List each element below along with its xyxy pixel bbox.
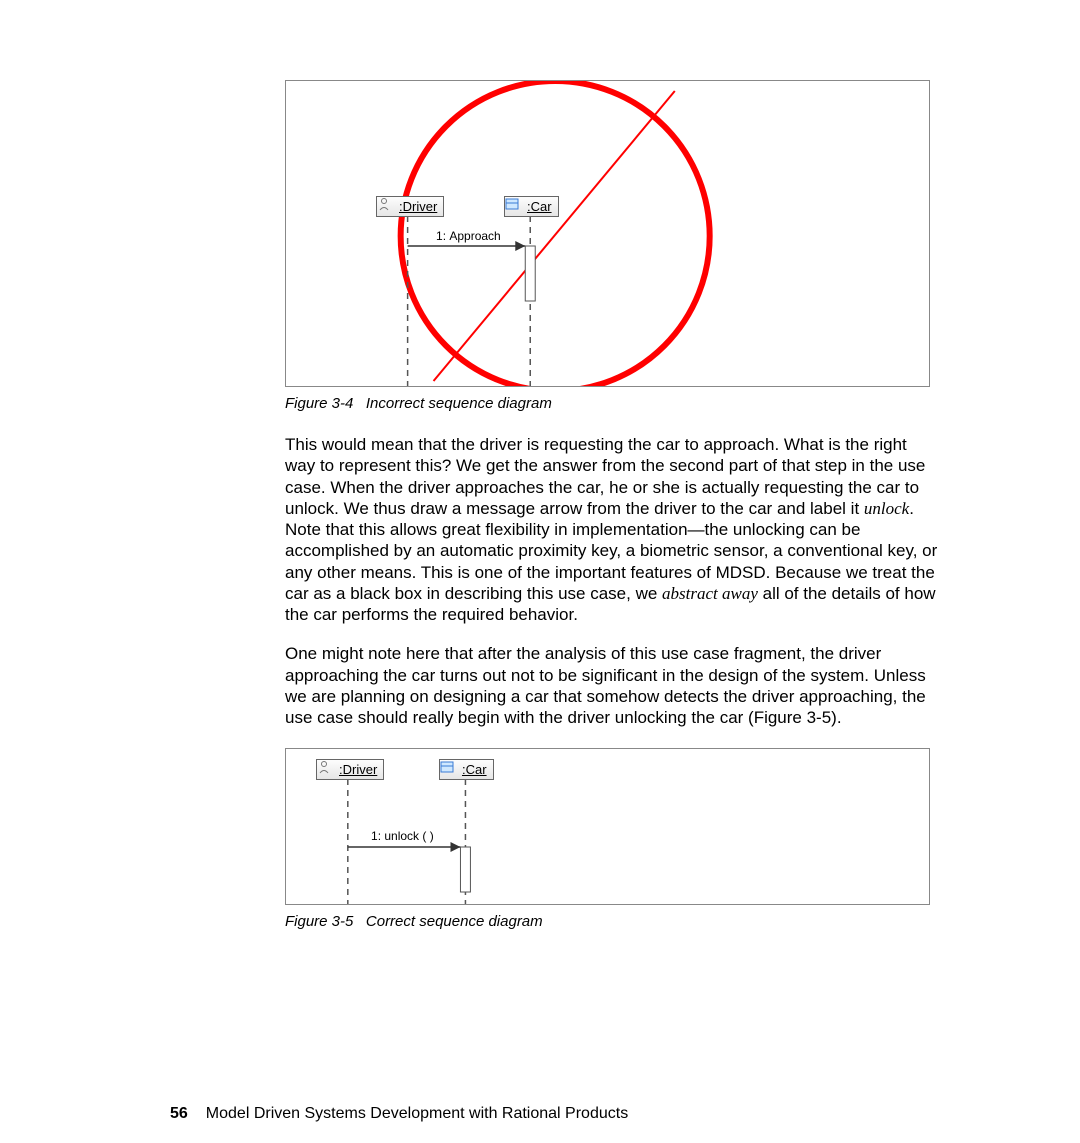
page-footer: 56 Model Driven Systems Development with …: [170, 1105, 628, 1123]
prohibition-overlay: [286, 81, 929, 386]
figure-3-4-caption: Figure 3-4 Incorrect sequence diagram: [285, 395, 980, 412]
class-icon: [444, 763, 458, 777]
actor-icon: [381, 200, 395, 214]
page-number: 56: [170, 1105, 188, 1122]
lifeline-car: :Car: [439, 759, 494, 780]
lifeline-label: :Driver: [399, 199, 437, 214]
lifeline-label: :Car: [527, 199, 552, 214]
figure-3-4-frame: :Driver :Car 1: Approach: [285, 80, 930, 387]
figure-3-5-caption: Figure 3-5 Correct sequence diagram: [285, 913, 980, 930]
lifeline-driver: :Driver: [376, 196, 444, 217]
actor-icon: [321, 763, 335, 777]
figure-3-5-frame: :Driver :Car 1: unlock ( ): [285, 748, 930, 905]
class-icon: [509, 200, 523, 214]
lifeline-label: :Car: [462, 762, 487, 777]
book-title: Model Driven Systems Development with Ra…: [206, 1105, 628, 1122]
message-label: 1: unlock ( ): [371, 829, 434, 843]
message-label: 1: Approach: [436, 229, 501, 243]
lifeline-label: :Driver: [339, 762, 377, 777]
lifeline-car: :Car: [504, 196, 559, 217]
paragraph-1: This would mean that the driver is reque…: [285, 434, 940, 625]
lifeline-driver: :Driver: [316, 759, 384, 780]
paragraph-2: One might note here that after the analy…: [285, 643, 940, 728]
page: :Driver :Car 1: Approach Figure 3-4 Inco…: [0, 0, 1080, 1143]
